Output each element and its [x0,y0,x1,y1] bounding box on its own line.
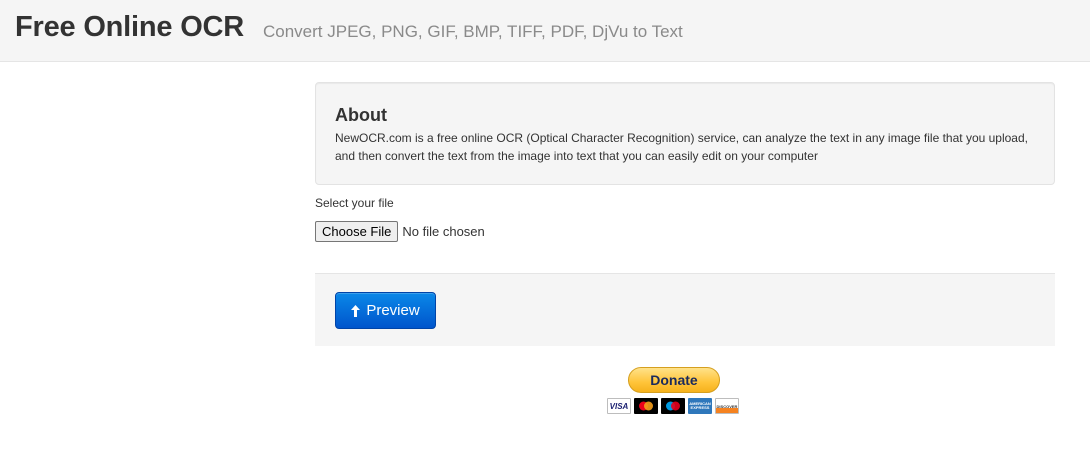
page-title: Free Online OCR [15,11,245,43]
page-subtitle: Convert JPEG, PNG, GIF, BMP, TIFF, PDF, … [263,22,683,41]
about-heading: About [335,105,387,125]
maestro-icon [661,398,685,414]
preview-button[interactable]: Preview [335,292,436,329]
amex-card-icon: AMERICAN EXPRESS [688,398,712,414]
about-panel: About NewOCR.com is a free online OCR (O… [315,82,1055,185]
about-text: NewOCR.com is a free online OCR (Optical… [335,131,1028,163]
arrow-up-icon [351,304,361,317]
visa-card-text: VISA [609,401,629,411]
choose-file-button[interactable]: Choose File [315,221,399,242]
file-input[interactable]: Choose File No file chosen [315,221,485,242]
file-select-label: Select your file [315,196,394,210]
donate-button[interactable]: Donate [628,367,720,393]
file-status: No file chosen [402,224,485,239]
visa-card-icon: VISA [607,398,631,414]
form-actions: Preview [315,273,1055,346]
page-header: Free Online OCR Convert JPEG, PNG, GIF, … [0,0,1090,62]
payment-cards: VISA AMERICAN EXPRESS DISCOVER [607,398,739,414]
discover-card-icon: DISCOVER [715,398,739,414]
preview-button-label: Preview [366,302,420,319]
amex-card-text: AMERICAN EXPRESS [689,401,711,410]
mastercard-icon [634,398,658,414]
